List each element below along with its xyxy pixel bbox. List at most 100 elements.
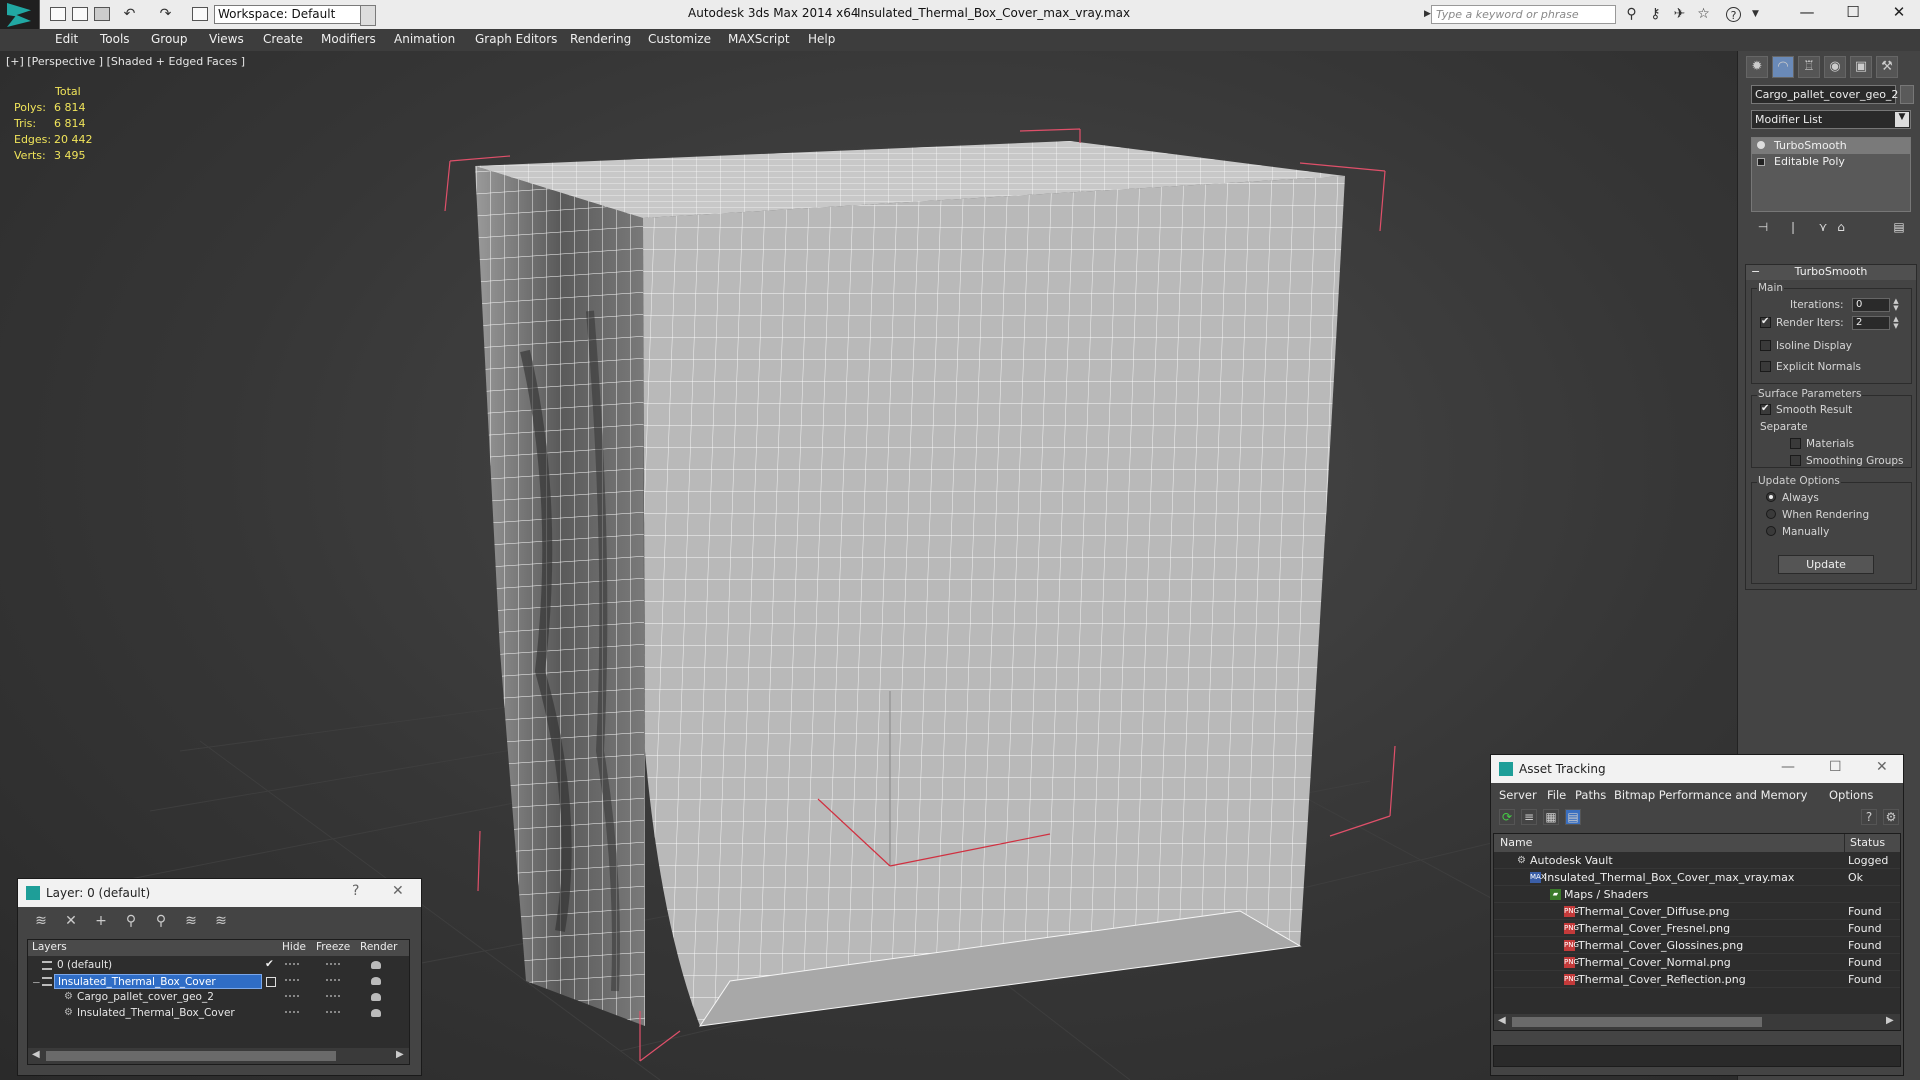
asset-horizontal-scrollbar[interactable]: ◀ ▶: [1494, 1014, 1900, 1030]
help-icon[interactable]: ?: [1861, 809, 1877, 825]
menu-maxscript[interactable]: MAXScript: [728, 32, 790, 46]
create-tab-icon[interactable]: ✹: [1746, 56, 1768, 78]
iterations-spinner[interactable]: 0: [1852, 298, 1890, 312]
explicit-normals-checkbox[interactable]: [1760, 361, 1771, 372]
modify-tab-icon[interactable]: ◠: [1772, 56, 1794, 78]
maximize-icon[interactable]: ☐: [1829, 759, 1842, 775]
layer-horizontal-scrollbar[interactable]: ◀ ▶: [28, 1048, 409, 1064]
asset-menu-options[interactable]: Options: [1829, 788, 1873, 802]
pin-stack-icon[interactable]: ⊣: [1755, 220, 1771, 236]
menu-graph-editors[interactable]: Graph Editors: [475, 32, 557, 46]
save-file-icon[interactable]: [94, 7, 110, 21]
binoculars-icon[interactable]: ⚲: [1624, 7, 1639, 22]
undo-icon[interactable]: ↶: [122, 7, 137, 22]
hierarchy-tab-icon[interactable]: ♖: [1798, 56, 1820, 78]
select-objects-icon[interactable]: ⚲: [122, 913, 140, 931]
new-file-icon[interactable]: [50, 7, 66, 21]
lightbulb-icon[interactable]: [1757, 141, 1765, 149]
menu-rendering[interactable]: Rendering: [570, 32, 631, 46]
render-iters-spinner[interactable]: 2: [1852, 316, 1890, 330]
asset-row[interactable]: PNG Thermal_Cover_Diffuse.png Found: [1494, 903, 1900, 920]
show-end-result-icon[interactable]: ❘: [1785, 220, 1801, 236]
always-radio[interactable]: [1766, 492, 1776, 502]
scroll-left-icon[interactable]: ◀: [1498, 1015, 1506, 1026]
render-teapot-icon[interactable]: [371, 993, 381, 1001]
asset-menu-server[interactable]: Server: [1499, 788, 1537, 802]
menu-tools[interactable]: Tools: [100, 32, 130, 46]
collapse-icon[interactable]: −: [32, 977, 41, 989]
scroll-right-icon[interactable]: ▶: [396, 1049, 404, 1060]
asset-row[interactable]: MAX Insulated_Thermal_Box_Cover_max_vray…: [1494, 869, 1900, 886]
workspace-dropdown[interactable]: Workspace: Default: [214, 5, 376, 26]
freeze-toggle[interactable]: [326, 963, 340, 966]
asset-menu-paths[interactable]: Paths: [1575, 788, 1606, 802]
col-name[interactable]: Name: [1500, 836, 1532, 849]
expand-icon[interactable]: [1757, 158, 1765, 166]
manually-radio[interactable]: [1766, 526, 1776, 536]
viewport-label[interactable]: [+] [Perspective ] [Shaded + Edged Faces…: [6, 55, 245, 68]
object-color-swatch[interactable]: [1900, 85, 1914, 104]
close-icon[interactable]: ✕: [392, 883, 404, 899]
freeze-all-icon[interactable]: ≋: [212, 913, 230, 931]
col-render[interactable]: Render: [360, 941, 397, 953]
asset-row[interactable]: PNG Thermal_Cover_Fresnel.png Found: [1494, 920, 1900, 937]
layer-row[interactable]: 0 (default) ✔: [28, 958, 409, 974]
minimize-icon[interactable]: —: [1792, 3, 1822, 23]
asset-menu-bitmap-performance[interactable]: Bitmap Performance and Memory: [1614, 788, 1807, 802]
when-rendering-radio[interactable]: [1766, 509, 1776, 519]
asset-row[interactable]: PNG Thermal_Cover_Reflection.png Found: [1494, 971, 1900, 988]
col-freeze[interactable]: Freeze: [316, 941, 350, 953]
layer-window-titlebar[interactable]: Layer: 0 (default) ? ✕: [18, 879, 421, 907]
favorites-star-icon[interactable]: ☆: [1696, 7, 1711, 22]
render-iters-checkbox[interactable]: [1760, 316, 1771, 328]
search-input[interactable]: Type a keyword or phrase: [1431, 5, 1616, 24]
highlight-layer-icon[interactable]: ⚲: [152, 913, 170, 931]
render-iters-spinner-arrows[interactable]: ▲ ▼: [1892, 316, 1900, 330]
hide-toggle[interactable]: [285, 963, 299, 966]
freeze-toggle[interactable]: [326, 1011, 340, 1014]
object-name-field[interactable]: Cargo_pallet_cover_geo_2: [1751, 85, 1898, 104]
create-layer-icon[interactable]: ≋: [32, 913, 50, 931]
layer-row[interactable]: ⚙ Cargo_pallet_cover_geo_2: [28, 990, 409, 1006]
stack-item-turbosmooth[interactable]: TurboSmooth: [1752, 138, 1910, 154]
asset-row[interactable]: ⚙ Autodesk Vault Logged: [1494, 852, 1900, 869]
smoothing-groups-checkbox[interactable]: [1790, 455, 1801, 466]
menu-edit[interactable]: Edit: [55, 32, 78, 46]
asset-row[interactable]: PNG Thermal_Cover_Glossines.png Found: [1494, 937, 1900, 954]
configure-sets-icon[interactable]: ▤: [1891, 220, 1907, 236]
delete-layer-icon[interactable]: ✕: [62, 913, 80, 931]
help-icon[interactable]: ?: [1726, 7, 1741, 22]
close-icon[interactable]: ✕: [1884, 3, 1914, 23]
scroll-right-icon[interactable]: ▶: [1886, 1015, 1894, 1026]
hide-toggle[interactable]: [285, 979, 299, 982]
hide-all-icon[interactable]: ≋: [182, 913, 200, 931]
isoline-display-checkbox[interactable]: [1760, 340, 1771, 351]
render-teapot-icon[interactable]: [371, 1009, 381, 1017]
freeze-toggle[interactable]: [326, 979, 340, 982]
col-status[interactable]: Status: [1850, 836, 1885, 849]
asset-menu-file[interactable]: File: [1547, 788, 1566, 802]
minimize-icon[interactable]: —: [1781, 759, 1795, 775]
col-layers[interactable]: Layers: [32, 941, 67, 953]
help-icon[interactable]: ?: [352, 883, 359, 899]
stack-item-editable-poly[interactable]: Editable Poly: [1752, 154, 1910, 170]
iterations-spinner-arrows[interactable]: ▲ ▼: [1892, 298, 1900, 312]
maximize-icon[interactable]: ☐: [1838, 3, 1868, 23]
remove-modifier-icon[interactable]: ⌂: [1833, 220, 1849, 236]
render-teapot-icon[interactable]: [371, 977, 381, 985]
utilities-tab-icon[interactable]: ⚒: [1876, 56, 1898, 78]
hide-toggle[interactable]: [285, 1011, 299, 1014]
menu-create[interactable]: Create: [263, 32, 303, 46]
asset-window-titlebar[interactable]: Asset Tracking — ☐ ✕: [1491, 755, 1903, 783]
rollout-header[interactable]: − TurboSmooth: [1746, 265, 1916, 280]
menu-help[interactable]: Help: [808, 32, 835, 46]
close-icon[interactable]: ✕: [1876, 759, 1888, 775]
scroll-thumb[interactable]: [1512, 1017, 1762, 1027]
table-view-icon[interactable]: ▤: [1565, 809, 1581, 825]
menu-animation[interactable]: Animation: [394, 32, 455, 46]
display-tab-icon[interactable]: ▣: [1850, 56, 1872, 78]
update-button[interactable]: Update: [1778, 555, 1874, 574]
smooth-result-checkbox[interactable]: [1760, 403, 1771, 415]
settings-icon[interactable]: ⚙: [1883, 809, 1899, 825]
add-to-layer-icon[interactable]: +: [92, 913, 110, 931]
